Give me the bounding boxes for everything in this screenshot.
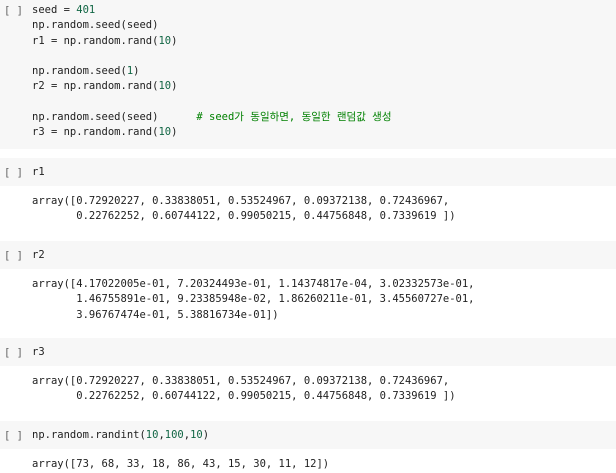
number-literal: 10	[158, 34, 172, 47]
number-literal: 10	[158, 80, 172, 93]
code-text: seed =	[32, 4, 77, 16]
code-cell-1[interactable]: [ ] seed = 401 np.random.seed(seed) r1 =…	[0, 0, 616, 149]
run-cell-button[interactable]: [ ]	[4, 5, 23, 17]
code-cell-3[interactable]: [ ] r2	[0, 241, 616, 269]
number-literal: 100	[164, 429, 184, 441]
code-text: )	[171, 34, 178, 47]
code-text: r2	[32, 249, 45, 261]
code-text: r3	[32, 346, 45, 358]
run-cell-button[interactable]: [ ]	[4, 167, 23, 179]
number-literal: 401	[76, 4, 96, 16]
code-cell-2[interactable]: [ ] r1	[0, 158, 616, 186]
code-text: np.random.seed(seed)	[32, 19, 159, 32]
code-cell-5[interactable]: [ ] np.random.randint(10,100,10)	[0, 421, 616, 449]
code-text: )	[171, 126, 178, 139]
number-literal: 10	[190, 429, 203, 441]
code-cell-4[interactable]: [ ] r3	[0, 338, 616, 366]
code-text: r3 = np.random.rand(	[32, 126, 159, 139]
code-editor[interactable]: r1	[32, 165, 616, 180]
run-cell-button[interactable]: [ ]	[4, 347, 23, 359]
code-text: )	[133, 65, 140, 78]
run-cell-button[interactable]: [ ]	[4, 430, 23, 442]
code-text: )	[202, 429, 210, 441]
code-comment: # seed가 동일하면, 동일한 랜덤값 생성	[196, 111, 392, 124]
cell-output: array([0.72920227, 0.33838051, 0.5352496…	[32, 375, 456, 403]
number-literal: 10	[145, 429, 159, 441]
code-text: r1 = np.random.rand(	[32, 34, 159, 47]
code-text: np.random.seed(seed)	[32, 111, 197, 124]
run-cell-button[interactable]: [ ]	[4, 250, 23, 262]
cell-output: array([73, 68, 33, 18, 86, 43, 15, 30, 1…	[32, 458, 330, 470]
code-editor[interactable]: r3	[32, 345, 616, 360]
code-editor[interactable]: np.random.randint(10,100,10)	[32, 428, 616, 443]
number-literal: 10	[158, 126, 172, 139]
code-editor[interactable]: seed = 401 np.random.seed(seed) r1 = np.…	[32, 3, 616, 141]
cell-output: array([0.72920227, 0.33838051, 0.5352496…	[32, 195, 456, 223]
code-text: )	[171, 80, 178, 93]
code-text: r2 = np.random.rand(	[32, 80, 159, 93]
code-editor[interactable]: r2	[32, 248, 616, 263]
code-text: np.random.randint(	[32, 429, 146, 441]
cell-output: array([4.17022005e-01, 7.20324493e-01, 1…	[32, 278, 475, 321]
code-text: np.random.seed(	[32, 65, 127, 78]
code-text: r1	[32, 166, 45, 178]
